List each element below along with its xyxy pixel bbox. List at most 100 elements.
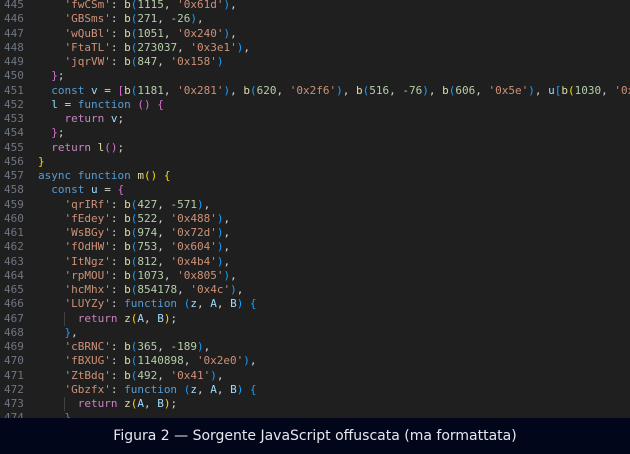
code-token: () { <box>143 169 171 182</box>
code-token: , <box>203 197 211 211</box>
code-text: 'ZtBdq': b(492, '0x41'), <box>64 369 223 383</box>
code-token: 427 <box>137 197 158 211</box>
code-token: : <box>110 226 125 239</box>
code-token: '0x2e0' <box>196 354 244 368</box>
line-number: 457 <box>4 169 24 182</box>
code-token: b <box>124 0 131 11</box>
code-token: 271 <box>137 12 158 26</box>
code-token: 847 <box>137 55 158 68</box>
code-token: , <box>157 254 171 268</box>
code-token: = <box>57 97 78 111</box>
code-token: , <box>389 83 403 97</box>
code-token: ; <box>57 126 65 140</box>
code-editor[interactable]: 445'fwCSm': b(1115, '0x61d'), 446 'GBSms':… <box>0 0 630 418</box>
code-token: , <box>196 382 211 396</box>
code-token: b <box>124 340 131 353</box>
code-line: 468}, <box>0 326 630 340</box>
code-token: ) <box>422 83 429 97</box>
code-token: b <box>124 368 131 382</box>
code-token: 812 <box>137 254 158 268</box>
code-token: return <box>77 397 125 410</box>
code-token: '0x4b4' <box>170 254 217 268</box>
code-text: } <box>38 155 45 169</box>
code-token: ) <box>243 354 250 368</box>
indent-guide <box>64 311 66 326</box>
code-token: ; <box>170 311 178 325</box>
code-token: A <box>137 311 144 325</box>
code-token: 'hcMhx' <box>64 283 111 296</box>
code-token: ( <box>567 83 575 97</box>
code-text: async function m() { <box>38 169 170 183</box>
code-token: , <box>230 83 244 97</box>
line-number: 466 <box>4 297 24 311</box>
code-token: 'wQuBl' <box>64 26 111 40</box>
line-number: 461 <box>4 226 24 239</box>
code-text: 'FtaTL': b(273037, '0x3e1'), <box>64 41 249 55</box>
code-token: 'rpMOU' <box>64 268 111 282</box>
code-line: 463 'ItNgz': b(812, '0x4b4'), <box>0 255 630 269</box>
code-token: return <box>64 112 111 125</box>
code-token: 'GBSms' <box>64 12 111 26</box>
code-token: , <box>601 83 615 97</box>
code-token: function <box>124 297 184 311</box>
code-token: : <box>110 368 125 382</box>
code-token: ) <box>336 83 343 97</box>
code-text: 'ItNgz': b(812, '0x4b4'), <box>64 255 230 269</box>
line-number: 470 <box>4 354 24 368</box>
line-number: 464 <box>4 268 24 282</box>
code-token: '0x240' <box>177 26 224 40</box>
code-token: b <box>124 26 131 40</box>
code-token: -571 <box>170 197 197 211</box>
code-token: : <box>110 55 125 68</box>
code-token: , <box>157 12 171 26</box>
code-token: 606 <box>455 83 476 97</box>
code-token: , <box>157 226 171 239</box>
code-token: , <box>163 0 178 11</box>
code-line: 453 return v; <box>0 112 630 126</box>
line-number: 456 <box>4 154 24 168</box>
code-line: 473 return z(A, B); <box>0 397 630 411</box>
line-number: 459 <box>4 197 24 211</box>
code-token: b <box>124 268 131 282</box>
code-token: function <box>124 382 184 396</box>
code-token: b <box>124 354 131 368</box>
code-token: : <box>110 283 125 296</box>
code-line: 461 'WsBGy': b(974, '0x72d'), <box>0 226 630 240</box>
code-text: }; <box>51 126 64 140</box>
code-token: '0x72d' <box>170 226 217 239</box>
code-token: , <box>534 83 549 97</box>
figure-caption: Figura 2 — Sorgente JavaScript offuscata… <box>0 418 630 454</box>
code-token: 'jqrVW' <box>64 55 111 68</box>
code-token: ; <box>57 69 65 83</box>
line-number: 447 <box>4 26 24 40</box>
code-token: : <box>110 354 125 368</box>
code-token: = <box>97 83 118 97</box>
code-token: 365 <box>137 340 158 353</box>
code-token: , <box>342 83 356 97</box>
line-number: 452 <box>4 97 24 111</box>
code-token: B <box>230 382 237 396</box>
code-text: const u = { <box>51 183 124 197</box>
code-line: 471 'ZtBdq': b(492, '0x41'), <box>0 369 630 383</box>
code-text: return v; <box>64 112 124 126</box>
code-token: : <box>110 40 125 54</box>
code-text: 'fBXUG': b(1140898, '0x2e0'), <box>64 354 256 368</box>
code-token: 1181 <box>137 83 164 97</box>
line-number: 453 <box>4 112 24 125</box>
code-token: , <box>157 55 171 68</box>
code-token: , <box>196 12 204 26</box>
code-token: ) <box>216 55 224 68</box>
code-text: return l(); <box>51 141 124 155</box>
code-token: ) { <box>236 297 257 311</box>
code-token: 1140898 <box>137 354 184 368</box>
code-token: -189 <box>170 340 197 353</box>
code-token: , <box>236 283 244 296</box>
code-line: 445 'fwCSm': b(1115, '0x61d'), <box>0 0 630 12</box>
code-token: 'WsBGy' <box>64 226 111 239</box>
code-token: : <box>110 26 125 40</box>
code-token: 'LUYZy' <box>64 297 111 311</box>
code-token: b <box>124 40 131 54</box>
code-line: 448 'FtaTL': b(273037, '0x3e1'), <box>0 41 630 55</box>
code-token: ) { <box>236 382 257 396</box>
code-token: A <box>210 382 217 396</box>
